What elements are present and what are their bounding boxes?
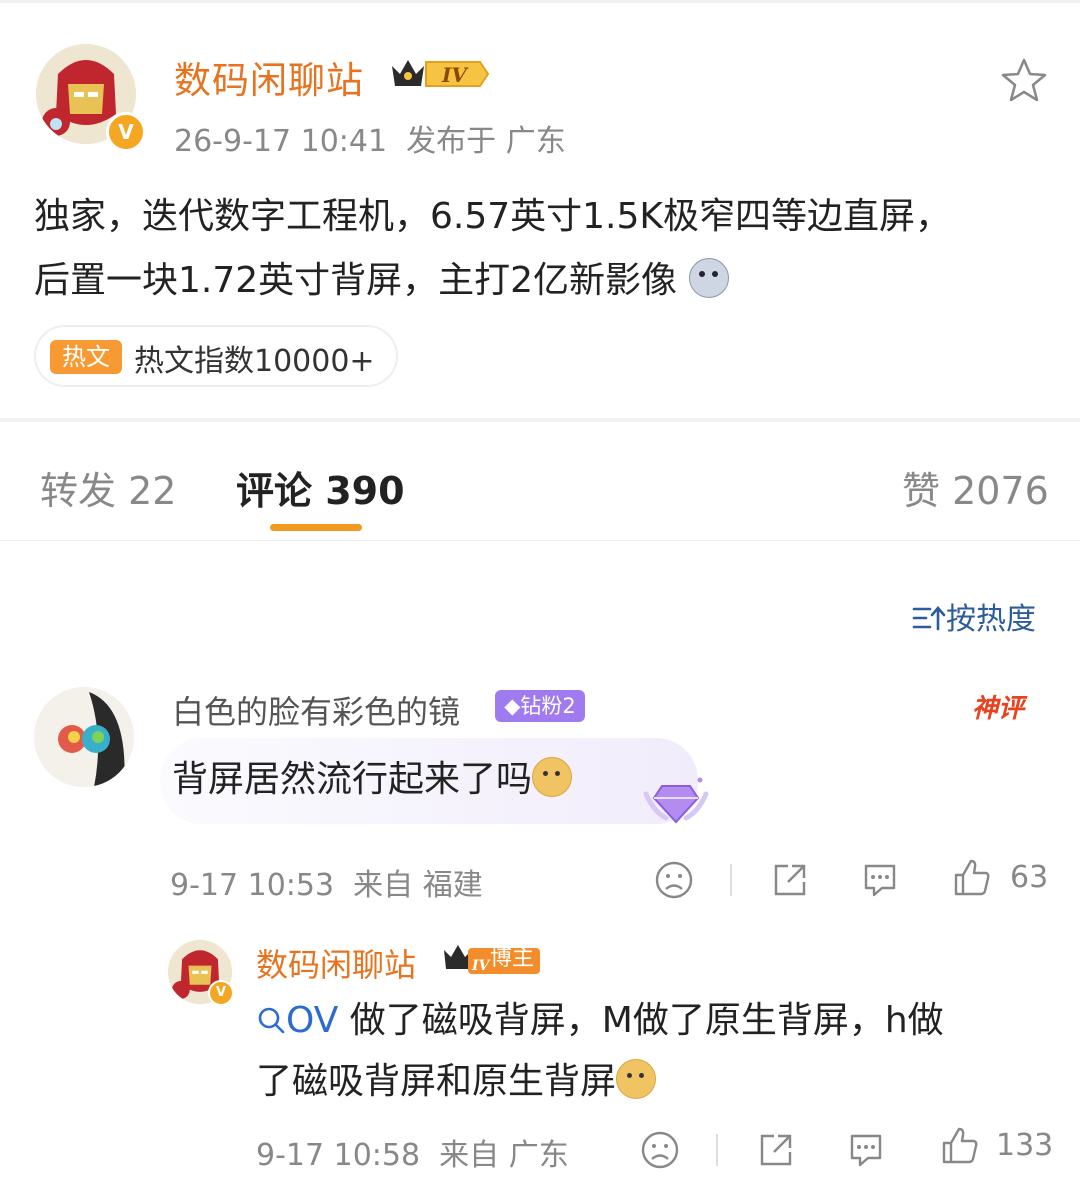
doge-emoji-icon — [532, 757, 573, 797]
comment-text: 背屏居然流行起来了吗 — [172, 750, 573, 802]
reply-location: 来自 广东 — [439, 1138, 569, 1173]
doge-emoji-icon — [616, 1059, 657, 1099]
reply-meta: 9-17 10:58 来自 广东 — [256, 1130, 569, 1174]
topic-link-label: OV — [286, 1000, 339, 1041]
tab-comment[interactable]: 评论 390 — [236, 460, 405, 515]
active-tab-indicator — [270, 524, 362, 531]
fan-level-label: 钻粉2 — [520, 694, 576, 718]
action-separator — [730, 864, 732, 896]
share-icon[interactable] — [756, 1130, 796, 1170]
post-time: 26-9-17 10:41 — [174, 124, 388, 159]
comment-location: 来自 福建 — [353, 868, 483, 903]
tab-repost[interactable]: 转发 22 — [40, 460, 176, 515]
author-role-label: 博主 — [490, 946, 535, 971]
thumbs-up-icon[interactable] — [952, 858, 992, 898]
thumbs-up-icon[interactable] — [940, 1126, 980, 1166]
top-comment-tag: 神评 — [972, 694, 1025, 724]
sort-label: 按热度 — [946, 602, 1036, 637]
level-crown-badge: IV — [388, 56, 492, 92]
verified-badge: V — [106, 112, 146, 152]
diamond-icon: ◆ — [504, 694, 521, 718]
comment-icon[interactable] — [846, 1130, 886, 1170]
share-icon[interactable] — [770, 860, 810, 900]
sort-icon — [912, 606, 946, 631]
section-divider — [0, 418, 1080, 422]
post-content-line: 独家，迭代数字工程机，6.57英寸1.5K极窄四等边直屏， — [34, 196, 952, 237]
frown-icon[interactable] — [640, 1130, 680, 1170]
reply-author-name[interactable]: 数码闲聊站 — [256, 940, 416, 986]
reply-text-line: 了磁吸背屏和原生背屏 — [256, 1061, 617, 1102]
search-icon — [258, 1007, 285, 1034]
post-location: 发布于 广东 — [406, 124, 566, 159]
reply-text: OV 做了磁吸背屏，M做了原生背屏，h做 了磁吸背屏和原生背屏 — [256, 990, 1046, 1112]
star-outline-icon[interactable] — [1000, 56, 1048, 104]
action-separator — [716, 1134, 718, 1166]
post-author-name[interactable]: 数码闲聊站 — [174, 50, 364, 104]
verified-badge-small: V — [208, 980, 234, 1006]
comment-icon[interactable] — [860, 860, 900, 900]
sort-button[interactable]: 按热度 — [912, 594, 1036, 638]
husky-emoji-icon — [688, 258, 729, 298]
post-content: 独家，迭代数字工程机，6.57英寸1.5K极窄四等边直屏， 后置一块1.72英寸… — [34, 185, 1044, 313]
comment-meta: 9-17 10:53 来自 福建 — [170, 860, 483, 904]
reply-like-count: 133 — [996, 1128, 1054, 1163]
post-content-line: 后置一块1.72英寸背屏，主打2亿新影像 — [34, 260, 678, 301]
comment-time: 9-17 10:53 — [170, 868, 335, 903]
tab-like[interactable]: 赞 2076 — [902, 460, 1049, 515]
reply-time: 9-17 10:58 — [256, 1138, 421, 1173]
author-role-badge: IV 博主 — [442, 942, 540, 976]
commenter-avatar[interactable] — [34, 687, 134, 787]
diamond-decoration-icon — [640, 772, 712, 828]
comment-text-content: 背屏居然流行起来了吗 — [172, 759, 533, 800]
fan-level-badge: ◆钻粉2 — [495, 690, 585, 722]
svg-text:IV: IV — [471, 958, 492, 974]
post-meta: 26-9-17 10:41 发布于 广东 — [174, 116, 566, 160]
comment-like-count: 63 — [1010, 860, 1049, 895]
svg-text:IV: IV — [441, 63, 469, 87]
top-divider — [0, 0, 1080, 3]
frown-icon[interactable] — [654, 860, 694, 900]
topic-link[interactable]: OV — [256, 1000, 338, 1041]
commenter-name[interactable]: 白色的脸有彩色的镜 — [172, 687, 460, 733]
tabs-divider — [0, 540, 1080, 541]
reply-text-line: 做了磁吸背屏，M做了原生背屏，h做 — [338, 1000, 944, 1041]
hot-index-text: 热文指数10000+ — [134, 344, 375, 379]
hot-tag: 热文 — [50, 340, 122, 374]
